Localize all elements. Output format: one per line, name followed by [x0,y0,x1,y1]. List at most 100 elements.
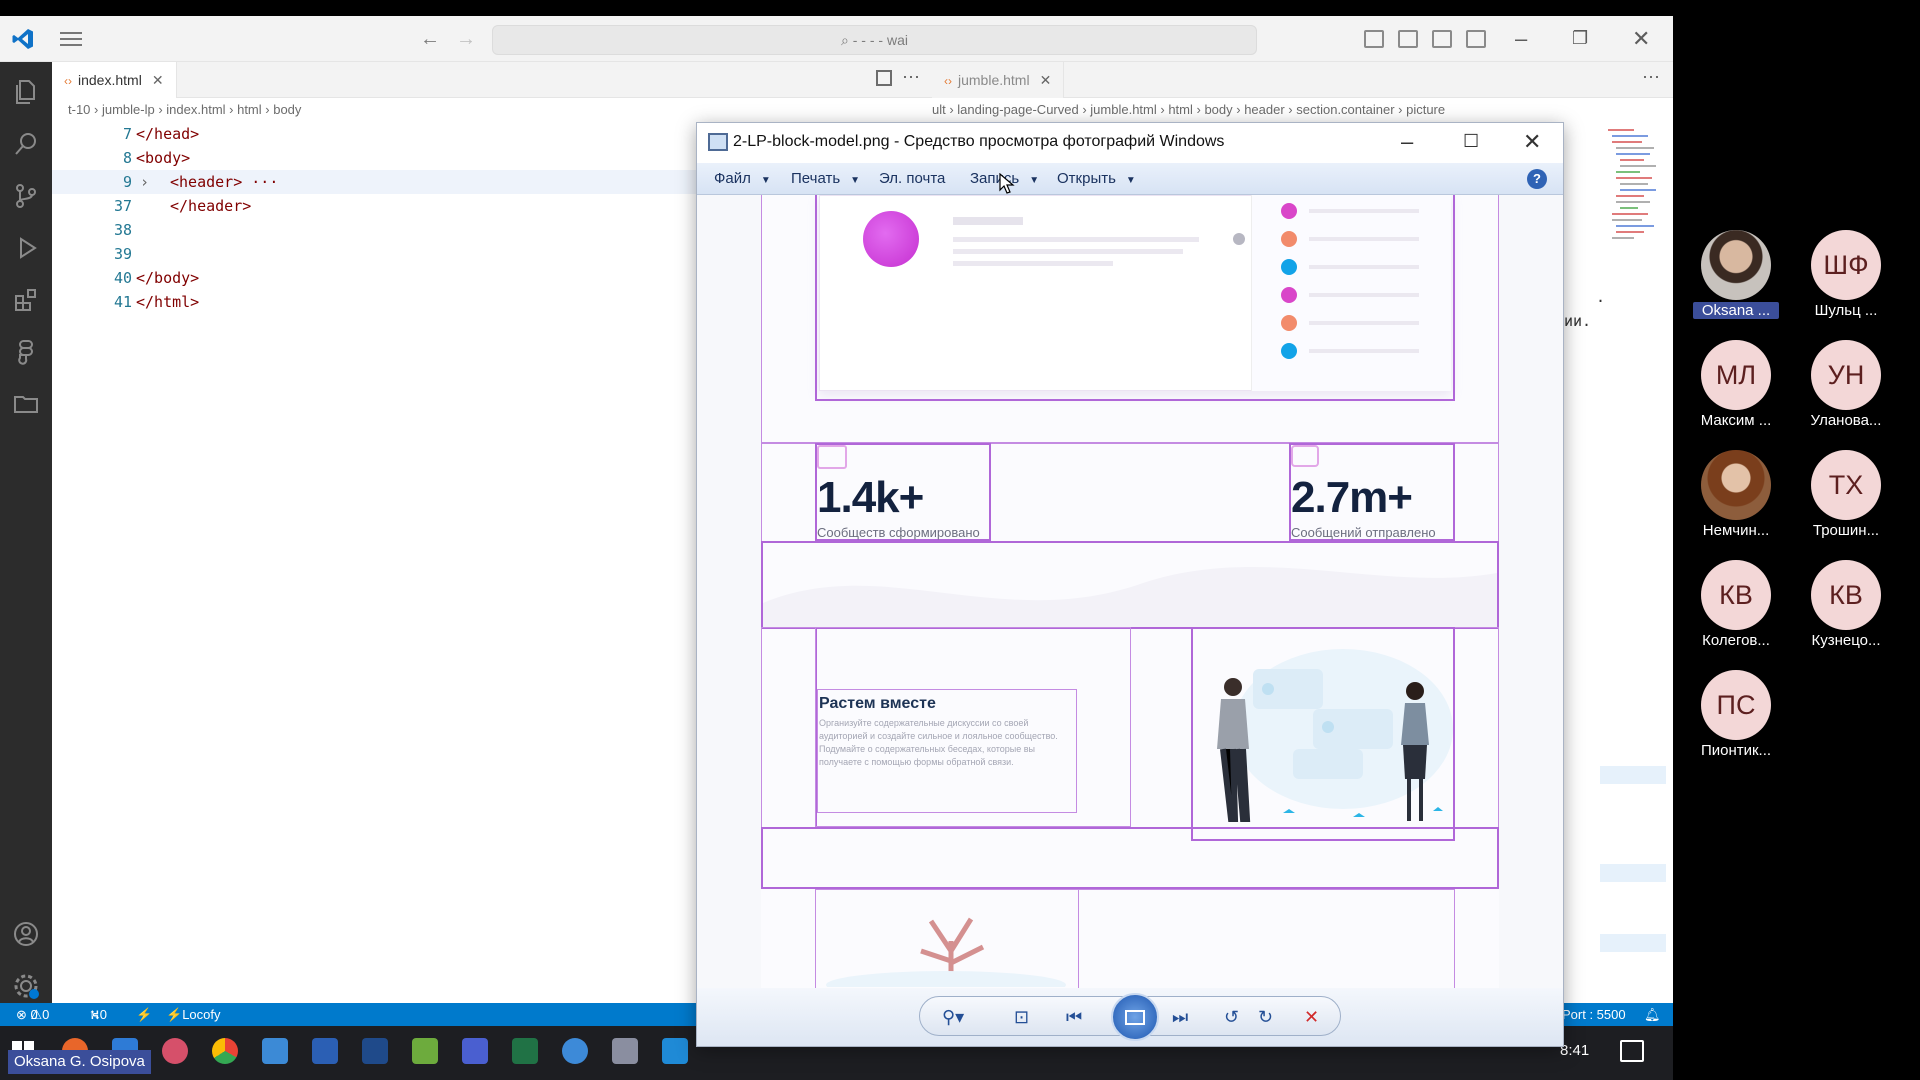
participant-name: Шульц ... [1814,302,1878,319]
minimize-icon[interactable]: – [1515,26,1527,52]
excel-icon[interactable] [512,1038,538,1064]
notifications-bell-icon[interactable]: 🔔︎ [1644,1003,1661,1026]
close-tab-icon[interactable]: ✕ [152,72,164,88]
html-file-icon: ‹› [64,74,72,88]
zoom-icon[interactable]: ⚲▾ [942,1007,964,1028]
restore-icon[interactable]: ❐ [1572,28,1588,49]
shared-screen: ← → ⌕ - - - - wai – ❐ ✕ ‹› index.html ✕ … [0,0,1673,1080]
figma-icon[interactable] [12,338,40,366]
more-actions-icon[interactable]: ··· [1642,66,1660,87]
delete-icon[interactable]: ✕ [1304,1007,1319,1028]
minimap[interactable] [1604,126,1662,286]
participant-tile[interactable]: КВ Кузнецо... [1791,560,1901,660]
account-icon[interactable] [12,920,40,948]
app-icon[interactable] [612,1038,638,1064]
photo-viewer-window: 2-LP-block-model.png - Средство просмотр… [696,122,1564,1047]
back-icon[interactable]: ← [420,28,440,51]
participant-tile[interactable]: Немчин... [1681,450,1791,550]
explorer-icon[interactable] [12,78,40,106]
viewer-title: 2-LP-block-model.png - Средство просмотр… [733,133,1225,150]
participant-name: Кузнецо... [1811,632,1881,649]
locofy-status[interactable]: ⚡ Locofy [166,1003,221,1026]
settings-gear-icon[interactable] [12,972,40,1000]
close-icon[interactable]: ✕ [1632,26,1650,52]
code-text: </head> [136,125,200,143]
extensions-icon[interactable] [12,286,40,314]
tab-jumble-html[interactable]: ‹› jumble.html ✕ [932,62,1065,98]
participant-tile[interactable]: ШФ Шульц ... [1791,230,1901,330]
forward-icon[interactable]: → [456,28,476,51]
sync-icon[interactable]: ⚡ [136,1003,152,1026]
app-icon[interactable] [412,1038,438,1064]
participant-name: Пионтик... [1700,742,1772,759]
participant-tile[interactable]: ТХ Трошин... [1791,450,1901,550]
app-icon[interactable] [262,1038,288,1064]
more-actions-icon[interactable]: ··· [902,66,920,87]
close-icon[interactable]: ✕ [1523,129,1541,155]
help-icon[interactable]: ? [1527,169,1547,189]
participant-tile[interactable]: ПС Пионтик... [1681,670,1791,770]
image-canvas[interactable]: 1.4k+ Сообществ сформировано 2.7m+ Сообщ… [697,195,1563,988]
left-editor-tabs: ‹› index.html ✕ ··· [52,62,932,98]
viewer-menu-bar: Файл ▼ Печать ▼ Эл. почта Запись ▼ Открыть ▼… [697,163,1563,195]
avatar: МЛ [1701,340,1771,410]
split-editor-icon[interactable] [876,70,892,86]
vscode-taskbar-icon[interactable] [662,1038,688,1064]
highlight-row [1600,766,1666,784]
menu-print[interactable]: Печать ▼ [791,170,860,187]
chrome-icon[interactable] [212,1038,238,1064]
close-tab-icon[interactable]: ✕ [1040,72,1052,88]
code-text: <header> ··· [170,173,279,191]
customize-layout-icon[interactable] [1466,30,1486,48]
app-icon[interactable] [562,1038,588,1064]
stat-value: 1.4k+ [817,473,924,522]
participant-name: Колегов... [1702,632,1770,649]
vscode-titlebar: ← → ⌕ - - - - wai – ❐ ✕ [0,16,1673,62]
clock[interactable]: 8:41 [1560,1042,1589,1059]
toggle-primary-sidebar-icon[interactable] [1364,30,1384,48]
fold-chevron-icon[interactable]: › [140,170,149,194]
tab-index-html[interactable]: ‹› index.html ✕ [52,62,177,98]
avatar: КВ [1701,560,1771,630]
word-icon[interactable] [312,1038,338,1064]
maximize-icon[interactable]: ☐ [1463,131,1479,152]
code-text: </header> [170,197,252,215]
participant-tile[interactable]: УН Уланова... [1791,340,1901,440]
paint-icon[interactable] [162,1038,188,1064]
menu-email[interactable]: Эл. почта [879,170,945,187]
toggle-secondary-sidebar-icon[interactable] [1432,30,1452,48]
participant-tile[interactable]: МЛ Максим ... [1681,340,1791,440]
toggle-panel-icon[interactable] [1398,30,1418,48]
participant-tile[interactable]: Oksana ... [1681,230,1791,330]
avatar: ШФ [1811,230,1881,300]
menu-icon[interactable] [58,30,84,48]
minimize-icon[interactable]: – [1401,129,1413,155]
wave-decoration [763,566,1497,627]
stat-label: Сообществ сформировано [817,525,980,540]
ports-status[interactable]: ⛕ 0 [90,1003,107,1026]
actual-size-icon[interactable]: ⊡ [1014,1007,1029,1028]
avatar: ПС [1701,670,1771,740]
next-icon[interactable]: ⏭ [1172,1007,1188,1028]
menu-open[interactable]: Открыть ▼ [1057,170,1136,187]
menu-file[interactable]: Файл ▼ [714,170,771,187]
previous-icon[interactable]: ⏮ [1066,1007,1082,1028]
run-debug-icon[interactable] [12,234,40,262]
problems-status[interactable]: ⊗ 0 ⚠ 0 [16,1003,49,1026]
search-icon[interactable] [12,130,40,158]
participant-tile[interactable]: КВ Колегов... [1681,560,1791,660]
slideshow-button[interactable] [1111,993,1159,1041]
rotate-right-icon[interactable]: ↻ [1258,1007,1273,1028]
source-control-icon[interactable] [12,182,40,210]
search-text: - - - - wai [852,32,908,48]
command-center-search[interactable]: ⌕ - - - - wai [492,25,1257,55]
app-icon[interactable] [462,1038,488,1064]
avatar: ТХ [1811,450,1881,520]
rotate-left-icon[interactable]: ↺ [1224,1007,1239,1028]
folder-icon[interactable] [12,390,40,418]
action-center-icon[interactable] [1620,1040,1644,1062]
app-icon[interactable] [362,1038,388,1064]
avatar [1701,230,1771,300]
html-file-icon: ‹› [944,74,952,88]
live-server-port[interactable]: Port : 5500 [1562,1003,1626,1026]
